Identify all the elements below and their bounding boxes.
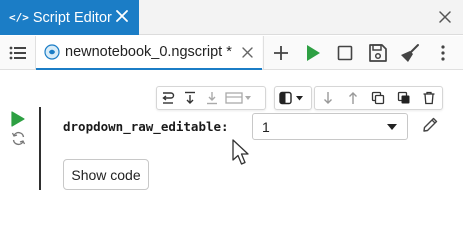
file-tab[interactable]: newnotebook_0.ngscript *: [36, 36, 262, 70]
code-icon: </>: [9, 11, 29, 24]
play-icon: [307, 45, 320, 61]
trash-icon: [423, 91, 435, 105]
layout-icon: [225, 92, 251, 104]
arrow-to-line-icon: [185, 91, 195, 104]
save-icon: [369, 44, 387, 62]
cell-move-group: [156, 86, 266, 110]
stop-icon: [337, 45, 353, 61]
script-editor-tab-title: Script Editor: [32, 9, 112, 26]
arrow-down-icon: [323, 92, 332, 104]
editor-toolbar: newnotebook_0.ngscript *: [0, 36, 463, 70]
move-up-button[interactable]: [342, 87, 364, 109]
menu-icon[interactable]: [9, 45, 27, 61]
run-button[interactable]: [302, 42, 324, 64]
download-icon: [207, 92, 217, 105]
add-button[interactable]: [270, 42, 292, 64]
notebook-file-icon: [44, 44, 60, 60]
dropdown-value: 1: [262, 118, 270, 135]
copy-button[interactable]: [367, 87, 389, 109]
close-file-icon[interactable]: [242, 47, 253, 58]
window-tab-bar: </> Script Editor: [0, 0, 463, 35]
script-editor-tab[interactable]: </> Script Editor: [0, 0, 139, 35]
more-vertical-icon: [441, 45, 445, 61]
wrap-arrow-icon: [162, 92, 175, 104]
dropdown-select[interactable]: 1: [252, 113, 408, 140]
clean-button[interactable]: [399, 42, 421, 64]
cell-style-dropdown[interactable]: [275, 87, 311, 109]
insert-below-button[interactable]: [179, 87, 201, 109]
cell-selection-bar: [39, 107, 41, 190]
mouse-cursor-icon: [232, 139, 249, 165]
duplicate-icon: [397, 91, 410, 104]
more-options-button[interactable]: [432, 42, 454, 64]
move-down-button[interactable]: [317, 87, 339, 109]
cell-theme-group: [274, 86, 312, 110]
close-window-icon[interactable]: [439, 11, 451, 23]
caret-down-icon: [387, 124, 397, 130]
close-tab-icon[interactable]: [115, 9, 129, 23]
refresh-icon[interactable]: [11, 131, 26, 146]
file-tab-name: newnotebook_0.ngscript *: [65, 44, 232, 60]
show-code-button[interactable]: Show code: [63, 159, 149, 190]
run-cell-icon[interactable]: [11, 111, 25, 127]
download-button[interactable]: [201, 87, 223, 109]
duplicate-button[interactable]: [393, 87, 415, 109]
cell-toolbar: [156, 86, 443, 110]
delete-button[interactable]: [418, 87, 440, 109]
contrast-icon: [279, 91, 303, 105]
stop-button[interactable]: [334, 42, 356, 64]
arrow-up-icon: [349, 92, 358, 104]
toolbar-divider: [263, 36, 264, 70]
broom-icon: [401, 44, 419, 62]
dropdown-field-label: dropdown_raw_editable:: [63, 119, 229, 134]
copy-icon: [372, 91, 385, 105]
merge-cell-button[interactable]: [157, 87, 179, 109]
layout-dropdown-button[interactable]: [223, 87, 255, 109]
save-button[interactable]: [367, 42, 389, 64]
cell-actions-group: [314, 86, 443, 110]
pencil-icon[interactable]: [421, 116, 439, 134]
plus-icon: [274, 46, 288, 60]
